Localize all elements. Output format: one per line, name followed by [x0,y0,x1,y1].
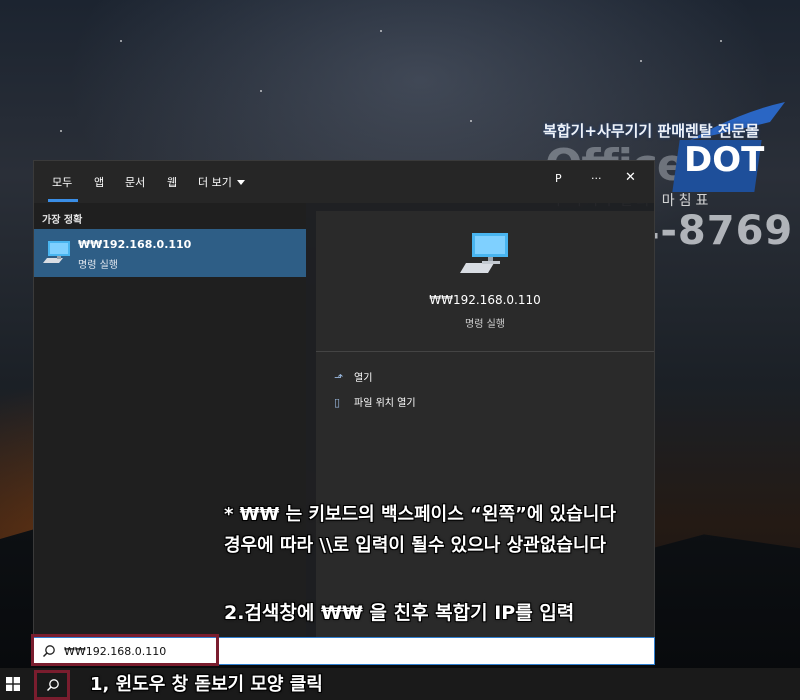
note-line-1: * ₩₩ 는 키보드의 백스페이스 “왼쪽”에 있습니다 [224,504,616,525]
profile-icon[interactable]: P [555,172,562,185]
more-options-icon[interactable]: ··· [591,172,602,185]
star [60,130,62,132]
computer-icon [43,241,70,263]
preview-title: ₩₩192.168.0.110 [429,293,541,307]
star [380,30,382,32]
search-box-highlight [31,634,219,666]
star [640,60,642,62]
search-icon [46,679,59,692]
open-file-location-action[interactable]: ▯ 파일 위치 열기 [334,394,416,409]
best-match-result[interactable]: ₩₩192.168.0.110 명령 실행 [34,229,306,277]
result-subtitle: 명령 실행 [78,260,118,271]
step-1-instruction: 1, 윈도우 창 돋보기 모양 클릭 [90,674,323,695]
star [470,120,472,122]
preview-subtitle: 명령 실행 [465,319,505,330]
note-line-2: 경우에 따라 \\로 입력이 될수 있으나 상관없습니다 [224,535,606,556]
tab-web[interactable]: 웹 [167,174,177,190]
tab-documents[interactable]: 문서 [125,174,145,190]
tab-more[interactable]: 더 보기 [198,174,245,190]
star [120,40,122,42]
tab-apps[interactable]: 앱 [94,174,104,190]
open-action[interactable]: ⬏ 열기 [334,369,372,384]
preview-pane: ₩₩192.168.0.110 명령 실행 ⬏ 열기 ▯ 파일 위치 열기 [316,211,654,637]
step-2-instruction: 2.검색창에 ₩₩ 을 친후 복합기 IP를 입력 [224,602,575,624]
logo-badge-text: DOT [684,140,765,180]
windows-start-icon[interactable] [6,677,20,691]
active-tab-indicator [48,199,78,202]
search-panel: 모두 앱 문서 웹 더 보기 P ··· ✕ 가장 정확 ₩₩192.168.0… [33,160,655,638]
star [720,40,722,42]
open-file-location-label: 파일 위치 열기 [354,398,416,409]
close-icon[interactable]: ✕ [625,170,636,185]
results-list: 가장 정확 ₩₩192.168.0.110 명령 실행 [34,203,306,637]
chevron-down-icon [236,180,245,185]
tab-more-label: 더 보기 [198,176,232,189]
star [260,90,262,92]
open-action-label: 열기 [354,373,373,384]
logo-tagline: 복합기+사무기기 판매렌탈 전문몰 [543,122,760,140]
file-location-icon: ▯ [334,396,341,409]
taskbar-search-button[interactable] [34,670,70,700]
result-title: ₩₩192.168.0.110 [78,238,192,251]
search-tabbar: 모두 앱 문서 웹 더 보기 P ··· ✕ [34,161,654,203]
open-icon: ⬏ [334,371,344,384]
preview-divider [316,351,654,352]
computer-icon [460,233,508,273]
tab-all[interactable]: 모두 [52,174,72,190]
best-match-header: 가장 정확 [42,215,83,226]
